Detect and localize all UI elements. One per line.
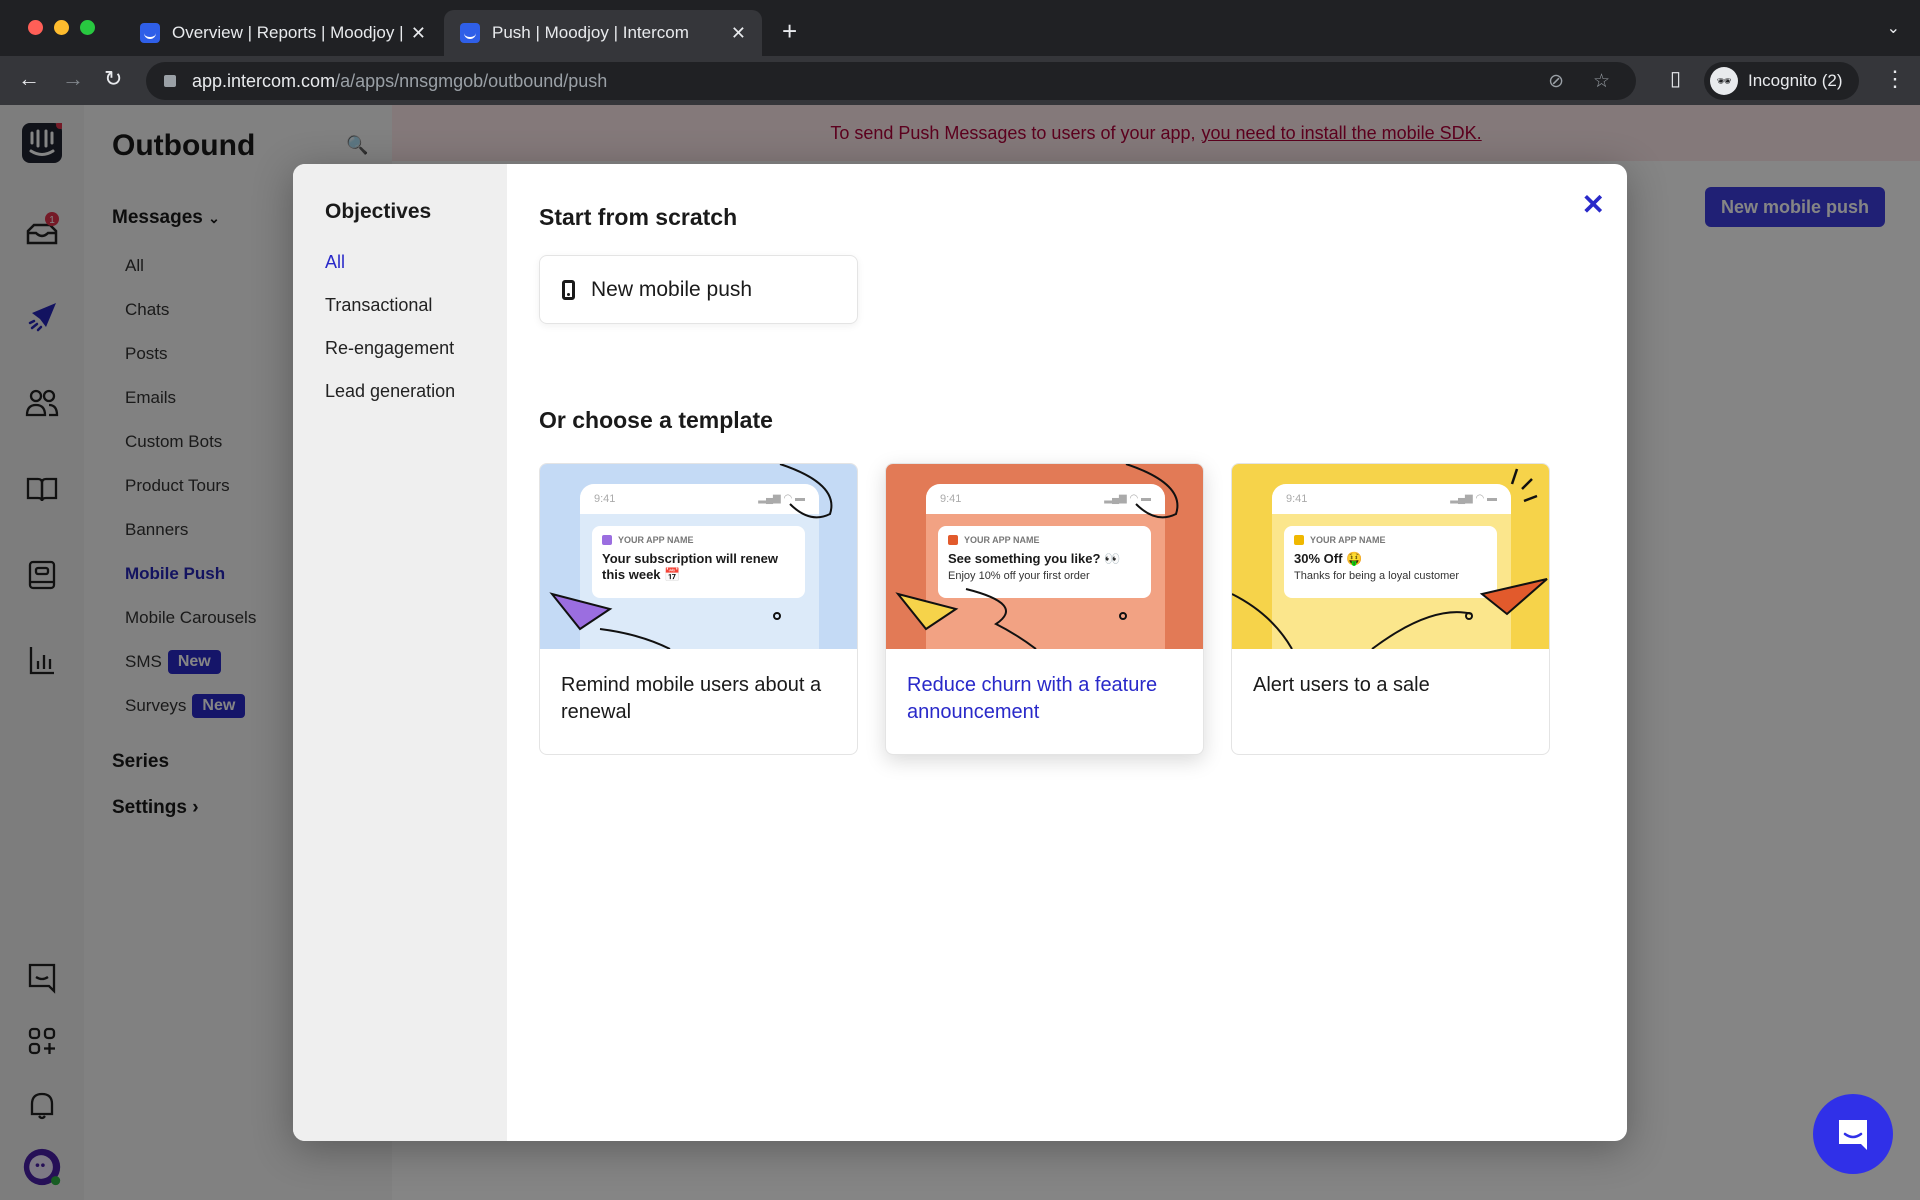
messenger-icon <box>1839 1120 1867 1150</box>
scratch-button-label: New mobile push <box>591 277 753 301</box>
reload-icon[interactable]: ↻ <box>104 66 122 92</box>
close-icon[interactable]: ✕ <box>1582 188 1605 221</box>
side-panel-icon[interactable]: ▯ <box>1670 66 1681 91</box>
close-window-button[interactable] <box>28 20 43 35</box>
new-tab-icon[interactable]: + <box>782 16 797 47</box>
forward-icon[interactable]: → <box>62 66 84 92</box>
template-label: Alert users to a sale <box>1253 674 1430 696</box>
objective-lead-generation[interactable]: Lead generation <box>325 381 455 402</box>
tab-bar: Overview | Reports | Moodjoy | ✕ Push | … <box>0 0 1920 56</box>
url-host: app.intercom.com <box>192 70 336 91</box>
decorative-doodles-icon <box>549 464 833 649</box>
address-bar[interactable]: app.intercom.com/a/apps/nnsgmgob/outboun… <box>146 62 1636 100</box>
template-title: Or choose a template <box>539 407 773 433</box>
back-icon[interactable]: ← <box>18 66 40 92</box>
template-card[interactable]: 9:41 ▂▄▆ ◠ ▬ YOUR APP NAME 30% Off 🤑 Thanks … <box>1231 463 1550 755</box>
browser-tab[interactable]: Overview | Reports | Moodjoy | ✕ <box>124 10 442 56</box>
template-card[interactable]: 9:41 ▂▄▆ ◠ ▬ YOUR APP NAME See something yo… <box>885 463 1204 755</box>
maximize-window-button[interactable] <box>80 20 95 35</box>
browser-toolbar: ← → ↻ app.intercom.com/a/apps/nnsgmgob/o… <box>0 56 1920 105</box>
modal-content: ✕ Start from scratch New mobile push Or … <box>507 164 1627 1141</box>
new-mobile-push-card[interactable]: New mobile push <box>539 255 858 324</box>
url-path: /a/apps/nnsgmgob/outbound/push <box>335 70 608 91</box>
mobile-phone-icon <box>562 279 575 300</box>
close-tab-icon[interactable]: ✕ <box>411 23 426 44</box>
intercom-favicon-icon <box>140 23 160 43</box>
template-illustration: 9:41 ▂▄▆ ◠ ▬ YOUR APP NAME 30% Off 🤑 Thanks … <box>1232 464 1549 649</box>
lock-icon <box>164 75 176 87</box>
minimize-window-button[interactable] <box>54 20 69 35</box>
objectives-sidebar: Objectives All Transactional Re-engageme… <box>293 164 507 1141</box>
tab-search-chevron-icon[interactable]: ⌄ <box>1887 18 1900 38</box>
template-illustration: 9:41 ▂▄▆ ◠ ▬ YOUR APP NAME See something yo… <box>886 464 1203 649</box>
objective-all[interactable]: All <box>325 252 345 273</box>
objective-transactional[interactable]: Transactional <box>325 295 432 316</box>
profile-label: Incognito (2) <box>1748 71 1843 90</box>
incognito-icon: 🕶 <box>1710 67 1738 95</box>
browser-menu-icon[interactable]: ⋮ <box>1884 66 1906 92</box>
close-tab-icon[interactable]: ✕ <box>731 23 746 44</box>
tab-title: Overview | Reports | Moodjoy | <box>172 23 404 42</box>
decorative-doodles-icon <box>895 464 1179 649</box>
template-label: Reduce churn with a feature announcement <box>907 674 1158 723</box>
bookmark-star-icon[interactable]: ☆ <box>1593 70 1610 93</box>
tab-title: Push | Moodjoy | Intercom <box>492 23 689 42</box>
messenger-launcher-button[interactable] <box>1813 1094 1893 1174</box>
template-illustration: 9:41 ▂▄▆ ◠ ▬ YOUR APP NAME Your subscriptio… <box>540 464 857 649</box>
objective-re-engagement[interactable]: Re-engagement <box>325 338 454 359</box>
eye-off-icon[interactable]: ⊘ <box>1548 70 1564 93</box>
objectives-title: Objectives <box>325 200 432 223</box>
browser-tab-active[interactable]: Push | Moodjoy | Intercom ✕ <box>444 10 762 56</box>
browser-chrome: Overview | Reports | Moodjoy | ✕ Push | … <box>0 0 1920 105</box>
profile-button[interactable]: 🕶 Incognito (2) <box>1704 62 1859 100</box>
intercom-favicon-icon <box>460 23 480 43</box>
intercom-app: 1 Outbound 🔍 Messages ⌄ All Chats Posts … <box>0 105 1920 1200</box>
template-label: Remind mobile users about a renewal <box>561 674 822 723</box>
scratch-title: Start from scratch <box>539 204 738 230</box>
decorative-doodles-icon <box>1232 468 1548 649</box>
template-card[interactable]: 9:41 ▂▄▆ ◠ ▬ YOUR APP NAME Your subscriptio… <box>539 463 858 755</box>
template-picker-modal: Objectives All Transactional Re-engageme… <box>293 164 1627 1141</box>
